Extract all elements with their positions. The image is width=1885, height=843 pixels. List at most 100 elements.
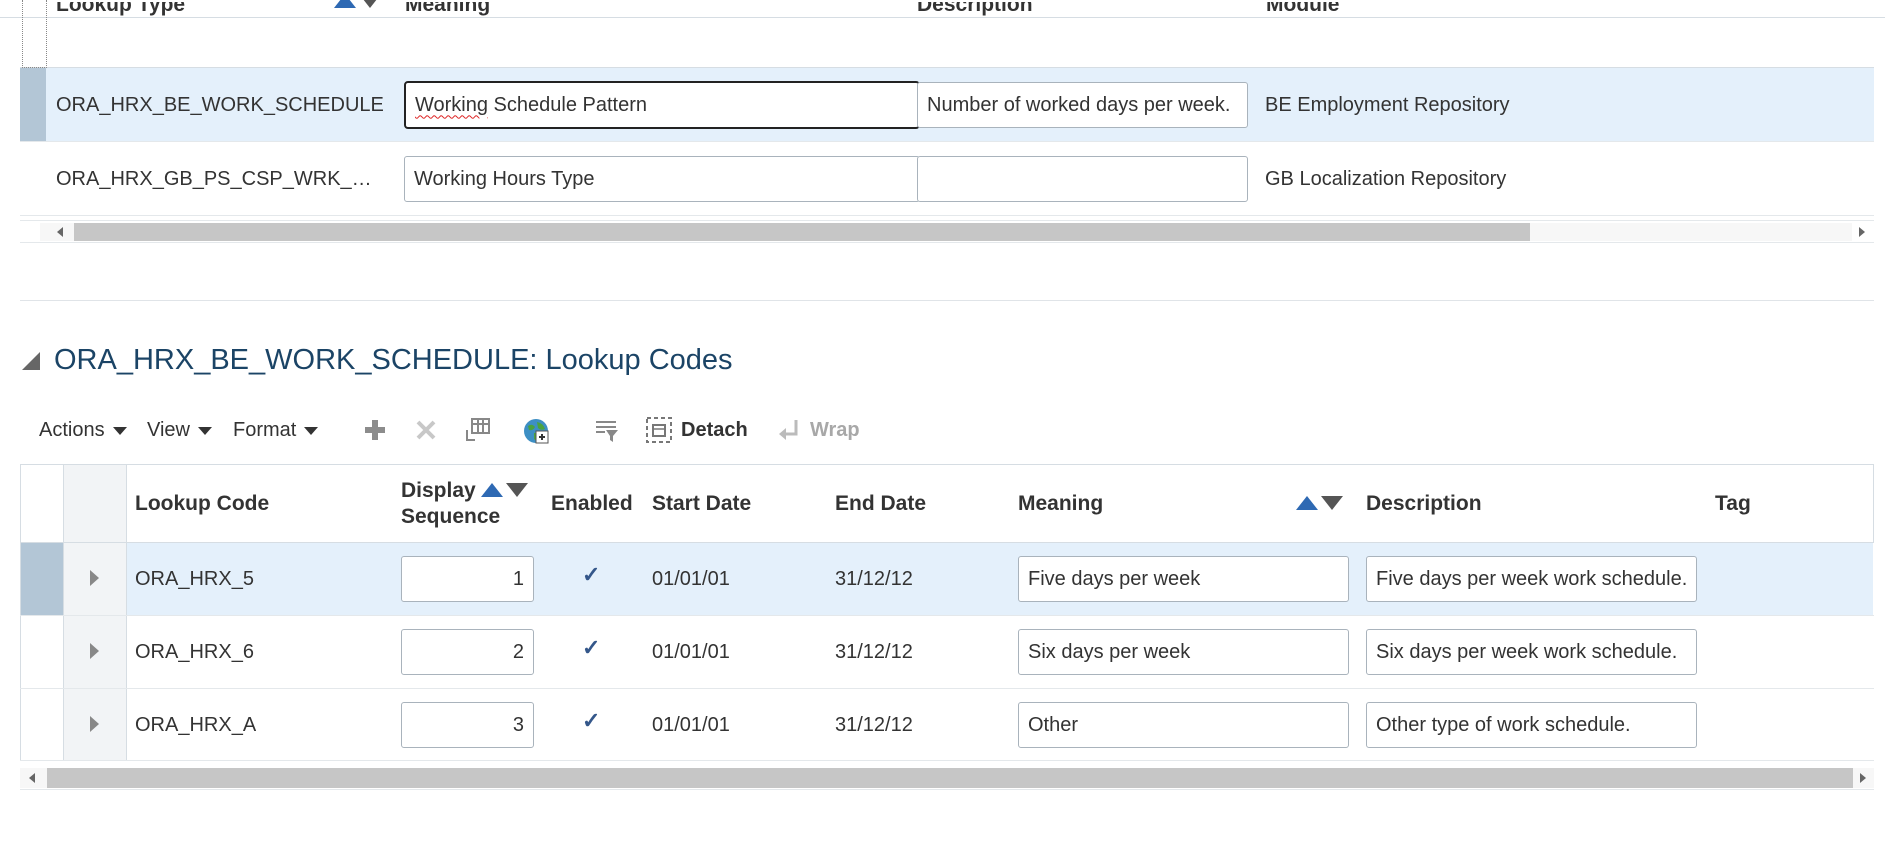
meaning-field[interactable]: Other (1018, 702, 1349, 748)
column-header-description[interactable]: Description (1366, 492, 1482, 516)
start-date-cell: 01/01/01 (652, 641, 730, 663)
sort-ascending-icon[interactable] (334, 0, 356, 8)
end-date-cell: 31/12/12 (835, 714, 913, 736)
freeze-column-button[interactable] (464, 416, 492, 444)
format-menu[interactable]: Format (233, 419, 319, 442)
enabled-check-icon: ✓ (582, 562, 601, 587)
column-header-meaning[interactable]: Meaning (1018, 492, 1103, 516)
scroll-right-icon[interactable] (1860, 773, 1866, 783)
section-title: ORA_HRX_BE_WORK_SCHEDULE: Lookup Codes (54, 344, 733, 376)
table-top-border (20, 464, 1874, 465)
globe-icon (524, 419, 549, 444)
description-field[interactable]: Number of worked days per week. (917, 82, 1248, 128)
view-menu[interactable]: View (147, 419, 212, 442)
column-header-tag[interactable]: Tag (1715, 492, 1751, 516)
sort-descending-icon[interactable] (506, 483, 528, 497)
table-right-border (1873, 464, 1874, 542)
lookup-code-cell: ORA_HRX_5 (135, 568, 254, 590)
scroll-left-icon[interactable] (29, 773, 35, 783)
table-row[interactable]: ORA_HRX_GB_PS_CSP_WRK_H… Working Hours T… (20, 142, 1874, 216)
spelling-flag-word: Working (415, 93, 488, 116)
start-date-cell: 01/01/01 (652, 568, 730, 590)
section-divider (20, 300, 1874, 301)
detach-label: Detach (681, 418, 748, 441)
collapse-section-icon[interactable] (22, 352, 40, 370)
enabled-check-icon: ✓ (582, 708, 601, 733)
add-row-button[interactable] (361, 416, 389, 444)
enabled-check-icon: ✓ (582, 635, 601, 660)
plus-icon (365, 420, 385, 440)
detach-button[interactable]: Detach (645, 416, 748, 444)
view-menu-label: View (147, 419, 190, 441)
lookup-type-cell: ORA_HRX_BE_WORK_SCHEDULE (56, 94, 384, 116)
sort-ascending-icon[interactable] (481, 483, 503, 497)
start-date-cell: 01/01/01 (652, 714, 730, 736)
column-header-start-date[interactable]: Start Date (652, 492, 751, 516)
scroll-right-icon[interactable] (1859, 227, 1865, 237)
header-focus-frame (22, 0, 47, 68)
scroll-left-icon[interactable] (57, 227, 63, 237)
description-field[interactable]: Six days per week work schedule. (1366, 629, 1697, 675)
table-left-border (20, 464, 21, 760)
sort-descending-icon[interactable] (359, 0, 381, 8)
filter-icon (596, 421, 618, 442)
display-sequence-sort[interactable] (481, 483, 528, 497)
scrollbar-thumb[interactable] (74, 223, 1530, 241)
translation-button[interactable] (522, 417, 550, 445)
scrollbar-thumb[interactable] (47, 768, 1853, 788)
row-selector[interactable] (20, 68, 46, 141)
table-row[interactable]: ORA_HRX_BE_WORK_SCHEDULE Working Schedul… (20, 68, 1874, 142)
column-header-meaning[interactable]: Meaning (405, 2, 605, 20)
sort-ascending-icon[interactable] (1296, 496, 1318, 510)
row-selector[interactable] (20, 542, 63, 615)
row-border (20, 760, 1874, 761)
delete-row-button[interactable] (412, 416, 440, 444)
end-date-cell: 31/12/12 (835, 641, 913, 663)
actions-menu-label: Actions (39, 419, 105, 441)
column-header-lookup-code[interactable]: Lookup Code (135, 492, 269, 516)
horizontal-scrollbar[interactable] (20, 220, 1874, 241)
wrap-button[interactable]: Wrap (776, 416, 860, 444)
column-header-end-date[interactable]: End Date (835, 492, 926, 516)
display-sequence-field[interactable]: 2 (401, 629, 534, 675)
chevron-down-icon (304, 426, 319, 435)
lookup-type-cell: ORA_HRX_GB_PS_CSP_WRK_H… (56, 168, 386, 190)
display-sequence-field[interactable]: 3 (401, 702, 534, 748)
sort-descending-icon[interactable] (1321, 496, 1343, 510)
actions-menu[interactable]: Actions (39, 419, 127, 442)
meaning-sort[interactable] (1296, 496, 1343, 510)
freeze-columns-icon (466, 418, 490, 441)
meaning-field[interactable]: Five days per week (1018, 556, 1349, 602)
meaning-text: Schedule Pattern (488, 93, 647, 116)
meaning-field[interactable]: Six days per week (1018, 629, 1349, 675)
meaning-field[interactable]: Working Schedule Pattern (404, 81, 920, 129)
lookup-types-header: Lookup Type Meaning Description Module (20, 0, 1874, 68)
table-bottom-border (20, 242, 1874, 243)
column-header-enabled[interactable]: Enabled (551, 492, 633, 516)
query-by-example-button[interactable] (593, 416, 621, 444)
lookup-type-sort[interactable] (334, 0, 381, 8)
chevron-down-icon (198, 426, 212, 435)
expand-row-icon[interactable] (90, 643, 99, 659)
table-bottom-border (20, 789, 1874, 790)
expand-row-icon[interactable] (90, 570, 99, 586)
description-field[interactable]: Five days per week work schedule. (1366, 556, 1697, 602)
chevron-down-icon (112, 426, 127, 435)
column-header-lookup-type[interactable]: Lookup Type (56, 2, 256, 20)
display-sequence-field[interactable]: 1 (401, 556, 534, 602)
description-field[interactable]: Other type of work schedule. (1366, 702, 1697, 748)
module-cell: GB Localization Repository (1265, 168, 1507, 190)
column-header-description[interactable]: Description (917, 2, 1117, 20)
end-date-cell: 31/12/12 (835, 568, 913, 590)
lookup-code-cell: ORA_HRX_A (135, 714, 257, 736)
format-menu-label: Format (233, 419, 297, 441)
expand-row-icon[interactable] (90, 716, 99, 732)
wrap-icon (779, 420, 798, 440)
detach-icon (646, 417, 672, 443)
column-header-module[interactable]: Module (1266, 2, 1466, 20)
row-border (20, 615, 1874, 616)
row-border (20, 688, 1874, 689)
description-field[interactable] (917, 156, 1248, 202)
meaning-field[interactable]: Working Hours Type (404, 156, 920, 202)
horizontal-scrollbar[interactable] (20, 768, 1874, 788)
